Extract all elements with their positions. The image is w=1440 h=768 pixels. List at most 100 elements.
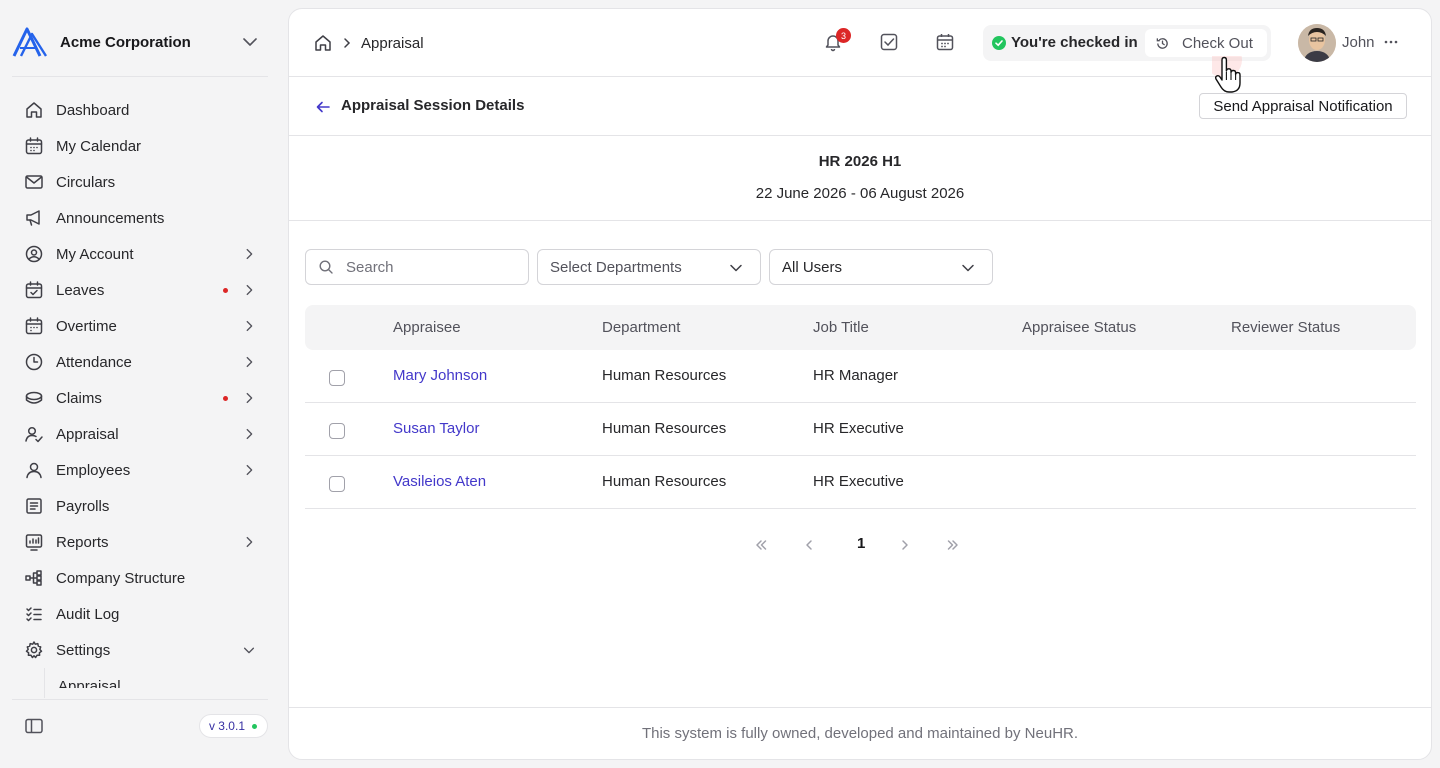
org-name: Acme Corporation [60, 33, 191, 51]
session-dates: 22 June 2026 - 06 August 2026 [755, 185, 965, 202]
version-label: v 3.0.1 [208, 719, 245, 733]
column-header[interactable]: Appraisee Status [1022, 319, 1136, 336]
user-check-icon [25, 426, 43, 443]
appraisee-name-link[interactable]: Susan Taylor [393, 420, 479, 437]
home-icon[interactable] [313, 33, 333, 53]
sidebar-item-label: Payrolls [56, 497, 110, 515]
table-row: Vasileios Aten Human Resources HR Executiv… [305, 456, 1416, 509]
version-badge: v 3.0.1 [198, 714, 268, 738]
mail-icon [25, 175, 43, 189]
user-name[interactable]: John [1342, 34, 1375, 51]
sidebar-footer: v 3.0.1 [12, 700, 268, 752]
search-input[interactable] [346, 258, 516, 276]
users-select-label: All Users [782, 258, 843, 276]
column-header[interactable]: Appraisee [393, 319, 461, 336]
check-out-button[interactable]: Check Out [1145, 29, 1267, 57]
sidebar-item-employees[interactable]: Employees [12, 452, 268, 488]
chevron-down-icon[interactable] [240, 32, 260, 52]
job-title-cell: HR Manager [813, 367, 899, 384]
arrow-left-icon[interactable] [315, 99, 331, 115]
chevron-right-icon [246, 428, 253, 440]
notification-badge: 3 [836, 28, 851, 43]
sidebar-divider [12, 76, 268, 77]
pagination: 1 [753, 535, 973, 555]
calendar-check-icon [25, 281, 43, 299]
checkin-status-text: You're checked in [1011, 34, 1138, 51]
org-switcher[interactable]: Acme Corporation [12, 18, 268, 66]
row-checkbox[interactable] [329, 423, 345, 439]
row-checkbox[interactable] [329, 370, 345, 386]
company-logo-icon [12, 27, 48, 57]
row-checkbox[interactable] [329, 476, 345, 492]
sidebar-item-label: My Account [56, 245, 134, 263]
first-page-icon[interactable] [753, 537, 769, 553]
sidebar-item-audit-log[interactable]: Audit Log [12, 596, 268, 632]
sidebar-item-reports[interactable]: Reports [12, 524, 268, 560]
appraisee-name-link[interactable]: Vasileios Aten [393, 473, 486, 490]
chevron-right-icon [246, 536, 253, 548]
chevron-right-icon [246, 284, 253, 296]
megaphone-icon [26, 210, 40, 226]
send-appraisal-notification-button[interactable]: Send Appraisal Notification [1199, 93, 1407, 119]
check-out-label: Check Out [1182, 34, 1253, 52]
search-field[interactable] [305, 249, 529, 285]
sidebar-item-label: Claims [56, 389, 102, 407]
list-check-icon [26, 607, 42, 622]
sidebar-item-dashboard[interactable]: Dashboard [12, 92, 268, 128]
footer: This system is fully owned, developed an… [289, 707, 1431, 759]
sidebar-toggle-icon[interactable] [24, 716, 44, 736]
more-horizontal-icon[interactable] [1383, 34, 1399, 50]
sidebar-item-circulars[interactable]: Circulars [12, 164, 268, 200]
job-title-cell: HR Executive [813, 473, 904, 490]
last-page-icon[interactable] [945, 537, 961, 553]
sidebar-item-label: Announcements [56, 209, 165, 227]
receipt-icon [26, 498, 42, 514]
sidebar-item-my-account[interactable]: My Account [12, 236, 268, 272]
breadcrumb-current[interactable]: Appraisal [361, 35, 424, 52]
sidebar-item-attendance[interactable]: Attendance [12, 344, 268, 380]
user-icon [26, 462, 42, 479]
sidebar-item-label: Company Structure [56, 569, 186, 587]
chevron-right-icon [246, 356, 253, 368]
chevron-right-icon [246, 464, 253, 476]
appraisees-table: Appraisee Department Job Title Appraisee… [305, 305, 1416, 509]
department-cell: Human Resources [602, 367, 727, 384]
sidebar-item-claims[interactable]: Claims [12, 380, 268, 416]
job-title-cell: HR Executive [813, 420, 904, 437]
task-check-icon[interactable] [879, 32, 899, 52]
users-select[interactable]: All Users [769, 249, 993, 285]
column-header[interactable]: Job Title [813, 319, 869, 336]
departments-select[interactable]: Select Departments [537, 249, 761, 285]
coins-icon [25, 391, 43, 404]
sidebar-item-leaves[interactable]: Leaves [12, 272, 268, 308]
sidebar-item-appraisal[interactable]: Appraisal [12, 416, 268, 452]
main-panel: Appraisal 3 You're checked in Check Out … [288, 8, 1432, 760]
table-row: Susan Taylor Human Resources HR Executive [305, 403, 1416, 456]
next-page-icon[interactable] [897, 537, 913, 553]
calendar-icon [25, 137, 43, 155]
current-page[interactable]: 1 [857, 535, 865, 552]
sidebar-item-overtime[interactable]: Overtime [12, 308, 268, 344]
sidebar-item-company-structure[interactable]: Company Structure [12, 560, 268, 596]
clock-history-icon [1156, 37, 1168, 49]
avatar[interactable] [1298, 24, 1336, 62]
search-icon [319, 260, 333, 274]
sidebar-item-announcements[interactable]: Announcements [12, 200, 268, 236]
sidebar-item-label: Overtime [56, 317, 117, 335]
sidebar-item-label: Dashboard [56, 101, 130, 119]
chevron-down-icon [730, 264, 742, 272]
column-header[interactable]: Reviewer Status [1231, 319, 1340, 336]
sidebar-item-payrolls[interactable]: Payrolls [12, 488, 268, 524]
table-header: Appraisee Department Job Title Appraisee… [305, 305, 1416, 350]
hand-cursor-icon [1212, 56, 1242, 93]
sidebar-item-my-calendar[interactable]: My Calendar [12, 128, 268, 164]
sidebar-item-label: My Calendar [56, 137, 142, 155]
appraisee-name-link[interactable]: Mary Johnson [393, 367, 487, 384]
sidebar-subitem-appraisal[interactable]: Appraisal [58, 678, 121, 688]
previous-page-icon[interactable] [801, 537, 817, 553]
column-header[interactable]: Department [602, 319, 680, 336]
calendar-icon[interactable] [935, 32, 955, 52]
sidebar-item-settings[interactable]: Settings [12, 632, 268, 668]
sidebar-item-label: Settings [56, 641, 111, 659]
chevron-down-icon [243, 647, 255, 654]
